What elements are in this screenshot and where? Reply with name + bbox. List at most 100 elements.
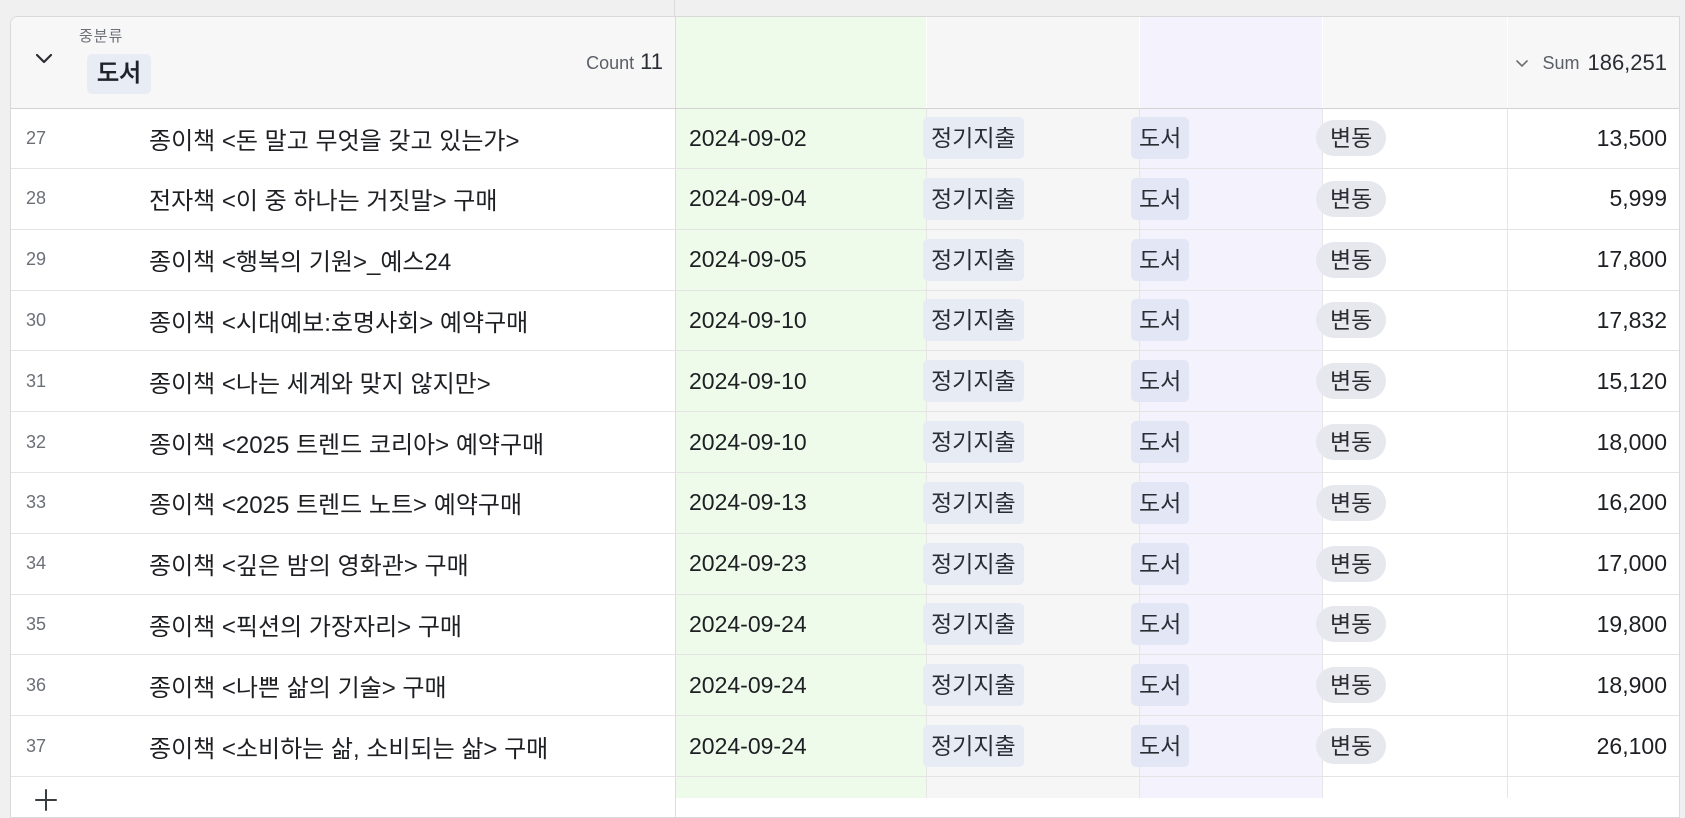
row-amount[interactable]: 16,200 — [1597, 473, 1667, 533]
table-row[interactable]: 35 종이책 <픽션의 가장자리> 구매 2024-09-24 정기지출 도서 변동 19,… — [11, 594, 1679, 656]
row-title[interactable]: 종이책 <시대예보:호명사회> 예약구매 — [149, 290, 528, 350]
table-row[interactable]: 29 종이책 <행복의 기원>_예스24 2024-09-05 정기지출 도서 변동 17,… — [11, 230, 1679, 291]
row-date[interactable]: 2024-09-13 — [689, 473, 807, 533]
row-number: 32 — [25, 431, 47, 452]
row-type-cell[interactable]: 정기지출 — [923, 351, 1024, 411]
row-date[interactable]: 2024-09-04 — [689, 169, 807, 229]
category-chip: 도서 — [1131, 542, 1190, 585]
table-row[interactable]: 32 종이책 <2025 트렌드 코리아> 예약구매 2024-09-10 정기지출 도… — [11, 412, 1679, 473]
row-amount[interactable]: 17,000 — [1597, 534, 1667, 594]
row-title[interactable]: 종이책 <소비하는 삶, 소비되는 삶> 구매 — [149, 716, 548, 776]
row-number: 33 — [25, 492, 47, 513]
row-type-cell[interactable]: 정기지출 — [923, 412, 1024, 472]
row-date[interactable]: 2024-09-23 — [689, 534, 807, 594]
row-category-cell[interactable]: 도서 — [1131, 169, 1190, 229]
group-count: Count 11 — [586, 49, 663, 75]
table-row[interactable]: 27 종이책 <돈 말고 무엇을 갖고 있는가> 2024-09-02 정기지출 도서 변… — [11, 108, 1679, 169]
row-type-cell[interactable]: 정기지출 — [923, 655, 1024, 715]
row-title[interactable]: 종이책 <돈 말고 무엇을 갖고 있는가> — [149, 108, 520, 168]
row-type-cell[interactable]: 정기지출 — [923, 594, 1024, 654]
type-chip: 정기지출 — [923, 664, 1024, 707]
row-title[interactable]: 전자책 <이 중 하나는 거짓말> 구매 — [149, 169, 497, 229]
group-header: 중분류 도서 Count 11 Sum 186,251 — [11, 17, 1679, 109]
row-category-cell[interactable]: 도서 — [1131, 473, 1190, 533]
row-amount[interactable]: 15,120 — [1597, 351, 1667, 411]
add-row-plus-icon[interactable] — [33, 787, 59, 813]
row-title[interactable]: 종이책 <나쁜 삶의 기술> 구매 — [149, 655, 447, 715]
row-amount[interactable]: 26,100 — [1597, 716, 1667, 776]
row-kind-cell[interactable]: 변동 — [1316, 534, 1387, 594]
row-kind-cell[interactable]: 변동 — [1316, 412, 1387, 472]
table-row[interactable]: 36 종이책 <나쁜 삶의 기술> 구매 2024-09-24 정기지출 도서 변동 18,… — [11, 655, 1679, 717]
group-sum[interactable]: Sum 186,251 — [1514, 50, 1667, 76]
row-category-cell[interactable]: 도서 — [1131, 716, 1190, 776]
row-category-cell[interactable]: 도서 — [1131, 534, 1190, 594]
row-type-cell[interactable]: 정기지출 — [923, 169, 1024, 229]
row-number: 29 — [25, 249, 47, 270]
row-date[interactable]: 2024-09-05 — [689, 230, 807, 290]
row-type-cell[interactable]: 정기지출 — [923, 534, 1024, 594]
row-kind-cell[interactable]: 변동 — [1316, 655, 1387, 715]
row-kind-cell[interactable]: 변동 — [1316, 108, 1387, 168]
row-kind-cell[interactable]: 변동 — [1316, 290, 1387, 350]
category-chip: 도서 — [1131, 421, 1190, 463]
row-kind-cell[interactable]: 변동 — [1316, 473, 1387, 533]
row-amount[interactable]: 5,999 — [1609, 169, 1667, 229]
sum-label: Sum — [1542, 52, 1580, 73]
row-kind-cell[interactable]: 변동 — [1316, 716, 1387, 776]
row-date[interactable]: 2024-09-10 — [689, 351, 807, 411]
table-row[interactable]: 34 종이책 <깊은 밤의 영화관> 구매 2024-09-23 정기지출 도서 변동 17… — [11, 534, 1679, 595]
row-category-cell[interactable]: 도서 — [1131, 594, 1190, 654]
row-date[interactable]: 2024-09-10 — [689, 412, 807, 472]
row-kind-cell[interactable]: 변동 — [1316, 230, 1387, 290]
row-number: 31 — [25, 370, 47, 391]
row-title[interactable]: 종이책 <픽션의 가장자리> 구매 — [149, 594, 462, 654]
row-date[interactable]: 2024-09-02 — [689, 108, 807, 168]
row-date[interactable]: 2024-09-24 — [689, 655, 807, 715]
row-kind-cell[interactable]: 변동 — [1316, 351, 1387, 411]
row-category-cell[interactable]: 도서 — [1131, 351, 1190, 411]
row-date[interactable]: 2024-09-24 — [689, 716, 807, 776]
row-title[interactable]: 종이책 <2025 트렌드 노트> 예약구매 — [149, 473, 522, 533]
row-amount[interactable]: 13,500 — [1597, 108, 1667, 168]
row-date[interactable]: 2024-09-10 — [689, 290, 807, 350]
row-number: 28 — [25, 188, 47, 209]
row-amount[interactable]: 17,800 — [1597, 230, 1667, 290]
row-title[interactable]: 종이책 <나는 세계와 맞지 않지만> — [149, 351, 491, 411]
row-type-cell[interactable]: 정기지출 — [923, 108, 1024, 168]
row-amount[interactable]: 19,800 — [1597, 594, 1667, 654]
row-number: 37 — [25, 735, 47, 756]
row-type-cell[interactable]: 정기지출 — [923, 230, 1024, 290]
type-chip: 정기지출 — [923, 299, 1024, 342]
type-chip: 정기지출 — [923, 360, 1024, 403]
table-row[interactable]: 31 종이책 <나는 세계와 맞지 않지만> 2024-09-10 정기지출 도서 변동 1… — [11, 351, 1679, 413]
row-title[interactable]: 종이책 <행복의 기원>_예스24 — [149, 230, 451, 290]
row-category-cell[interactable]: 도서 — [1131, 290, 1190, 350]
row-title[interactable]: 종이책 <깊은 밤의 영화관> 구매 — [149, 534, 469, 594]
kind-chip: 변동 — [1316, 545, 1387, 582]
group-field-label: 중분류 — [79, 28, 124, 45]
row-kind-cell[interactable]: 변동 — [1316, 169, 1387, 229]
row-title[interactable]: 종이책 <2025 트렌드 코리아> 예약구매 — [149, 412, 544, 472]
row-category-cell[interactable]: 도서 — [1131, 412, 1190, 472]
row-kind-cell[interactable]: 변동 — [1316, 594, 1387, 654]
row-amount[interactable]: 17,832 — [1597, 290, 1667, 350]
table-row[interactable]: 30 종이책 <시대예보:호명사회> 예약구매 2024-09-10 정기지출 도서 변동… — [11, 290, 1679, 352]
row-date[interactable]: 2024-09-24 — [689, 594, 807, 654]
row-category-cell[interactable]: 도서 — [1131, 655, 1190, 715]
row-amount[interactable]: 18,900 — [1597, 655, 1667, 715]
category-chip: 도서 — [1131, 481, 1190, 524]
row-amount[interactable]: 18,000 — [1597, 412, 1667, 472]
table-row[interactable]: 28 전자책 <이 중 하나는 거짓말> 구매 2024-09-04 정기지출 도서 변동… — [11, 169, 1679, 230]
table-row[interactable]: 37 종이책 <소비하는 삶, 소비되는 삶> 구매 2024-09-24 정기지출 도… — [11, 716, 1679, 777]
row-type-cell[interactable]: 정기지출 — [923, 473, 1024, 533]
row-category-cell[interactable]: 도서 — [1131, 108, 1190, 168]
table-row[interactable]: 33 종이책 <2025 트렌드 노트> 예약구매 2024-09-13 정기지출 도서… — [11, 473, 1679, 534]
type-chip: 정기지출 — [923, 481, 1024, 524]
row-type-cell[interactable]: 정기지출 — [923, 290, 1024, 350]
row-number: 27 — [25, 127, 47, 148]
count-value: 11 — [640, 49, 663, 74]
collapse-chevron-icon[interactable] — [33, 47, 55, 69]
row-type-cell[interactable]: 정기지출 — [923, 716, 1024, 776]
row-category-cell[interactable]: 도서 — [1131, 230, 1190, 290]
